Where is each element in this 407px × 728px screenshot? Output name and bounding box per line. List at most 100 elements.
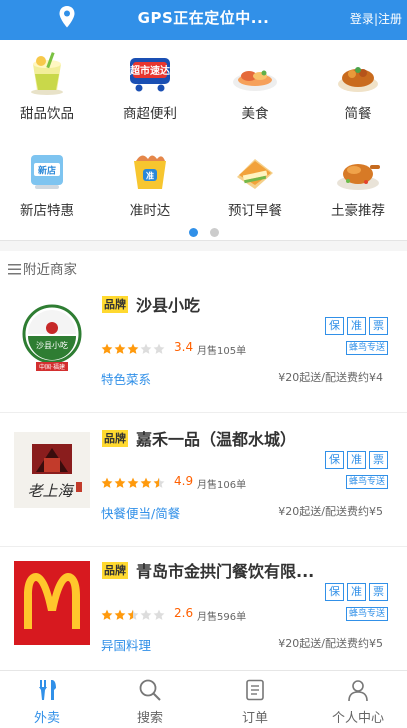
register-link[interactable]: 注册 — [378, 12, 402, 26]
delivery-fee: ¥20起送/配送费约¥5 — [278, 505, 383, 518]
rating-value: 2.6 — [174, 606, 194, 620]
order-list-icon — [246, 679, 264, 701]
laoshanghai-logo: 老上海 — [14, 432, 90, 508]
monthly-sales: 月售596单 — [197, 612, 247, 623]
delivery-badge: 蜂鸟专送 — [345, 607, 388, 621]
star-full-icon — [127, 343, 139, 354]
shop-name[interactable]: 嘉禾一品（温都水城） — [136, 426, 296, 450]
nearby-header: 附近商家 — [8, 258, 77, 278]
tab-label: 个人中心 — [331, 711, 384, 726]
simple-meal-icon — [338, 67, 378, 92]
fork-knife-icon — [39, 680, 56, 700]
shop-item[interactable]: 老上海 品牌 嘉禾一品（温都水城） 保准票 4.9 月售106单 蜂鸟专送 快餐… — [0, 413, 407, 547]
star-full-icon — [101, 343, 113, 354]
delivery-badge: 蜂鸟专送 — [345, 475, 388, 489]
header-title: GPS正在定位中... — [137, 9, 270, 27]
category-tuhao-recommend[interactable]: 土豪推荐 — [308, 149, 407, 219]
star-full-icon — [101, 609, 113, 620]
tag-guarantee: 保 — [325, 583, 344, 601]
laoshanghai-logo-image: 老上海 — [14, 432, 90, 508]
tag-on-time: 准 — [347, 583, 366, 601]
shaxian-logo-image: 沙县小吃 中国·福建 — [14, 298, 90, 374]
tag-invoice: 票 — [369, 583, 388, 601]
section-gap — [0, 241, 407, 251]
delivery-badge: 蜂鸟专送 — [345, 341, 388, 355]
new-store-badge-text: 新店 — [38, 165, 56, 177]
category-dessert-drink[interactable]: 甜品饮品 — [0, 52, 97, 122]
category-label: 甜品饮品 — [20, 106, 74, 122]
star-full-icon — [101, 477, 113, 488]
shop-item[interactable]: 品牌 青岛市金拱门餐饮有限... 保准票 2.6 月售596单 蜂鸟专送 异国料… — [0, 545, 407, 679]
shaxian-logo-subtext: 中国·福建 — [39, 363, 65, 371]
carousel-pager — [0, 222, 407, 241]
tab-label: 订单 — [241, 711, 268, 726]
category-supermarket[interactable]: 超市速达 商超便利 — [100, 52, 200, 122]
nearby-title: 附近商家 — [23, 262, 77, 278]
delivery-fee: ¥20起送/配送费约¥5 — [278, 637, 383, 650]
shop-category: 快餐便当/简餐 — [101, 506, 181, 521]
tab-profile[interactable]: 个人中心 — [308, 671, 407, 728]
star-rating — [101, 474, 166, 488]
mcdonalds-logo — [14, 561, 90, 645]
user-icon — [348, 680, 368, 702]
star-full-icon — [127, 477, 139, 488]
category-on-time[interactable]: 准 准时达 — [100, 149, 200, 219]
star-half-icon — [127, 609, 139, 620]
category-label: 新店特惠 — [20, 203, 74, 219]
star-half-icon — [153, 477, 165, 488]
bottom-tab-bar: 外卖 搜索 订单 个人中心 — [0, 670, 407, 727]
category-label: 土豪推荐 — [331, 203, 385, 219]
star-empty-icon — [153, 609, 165, 620]
category-grid: 甜品饮品 超市速达 商超便利 美食 简餐 新店 新店特惠 准 准时达 预订早餐 … — [0, 40, 407, 240]
on-time-icon: 准 — [134, 155, 166, 189]
shop-name[interactable]: 沙县小吃 — [136, 292, 200, 316]
rating-value: 3.4 — [174, 340, 194, 354]
category-label: 准时达 — [129, 203, 171, 219]
shop-name[interactable]: 青岛市金拱门餐饮有限... — [136, 558, 314, 582]
category-food[interactable]: 美食 — [205, 52, 305, 122]
star-full-icon — [114, 477, 126, 488]
tag-invoice: 票 — [369, 451, 388, 469]
star-empty-icon — [153, 343, 165, 354]
category-new-store[interactable]: 新店 新店特惠 — [0, 149, 97, 219]
shop-item[interactable]: 沙县小吃 中国·福建 品牌 沙县小吃 保准票 3.4 月售105单 蜂鸟专送 特… — [0, 279, 407, 413]
tab-search[interactable]: 搜索 — [100, 671, 200, 728]
login-link[interactable]: 登录 — [350, 12, 374, 26]
tab-orders[interactable]: 订单 — [205, 671, 305, 728]
star-rating — [101, 606, 166, 620]
brand-badge: 品牌 — [102, 296, 128, 313]
pager-dot-active[interactable] — [188, 228, 198, 237]
roast-chicken-icon — [337, 164, 380, 190]
breakfast-icon — [237, 159, 273, 189]
star-full-icon — [114, 343, 126, 354]
pager-dot[interactable] — [209, 228, 219, 237]
star-rating — [101, 340, 166, 354]
tab-label: 外卖 — [33, 711, 60, 726]
tab-takeout[interactable]: 外卖 — [0, 671, 97, 728]
menu-lines-icon — [8, 264, 21, 275]
star-full-icon — [140, 477, 152, 488]
category-simple-meal[interactable]: 简餐 — [308, 52, 407, 122]
tag-on-time: 准 — [347, 451, 366, 469]
on-time-badge-text: 准 — [146, 171, 154, 181]
supermarket-icon: 超市速达 — [129, 58, 170, 92]
rating-value: 4.9 — [174, 474, 194, 488]
mcdonalds-logo-image — [14, 561, 90, 645]
new-store-icon: 新店 — [31, 155, 63, 189]
shop-tags: 保准票 — [322, 314, 388, 335]
laoshanghai-logo-text: 老上海 — [27, 482, 74, 500]
supermarket-badge-text: 超市速达 — [129, 64, 170, 77]
category-label: 预订早餐 — [228, 203, 282, 219]
brand-badge: 品牌 — [102, 430, 128, 447]
shop-category: 异国料理 — [101, 638, 152, 653]
category-breakfast[interactable]: 预订早餐 — [205, 149, 305, 219]
food-plate-icon — [233, 70, 277, 91]
auth-links: 登录|注册 — [350, 10, 402, 27]
search-icon — [139, 679, 161, 701]
star-empty-icon — [140, 609, 152, 620]
shop-tags: 保准票 — [322, 580, 388, 601]
tag-guarantee: 保 — [325, 317, 344, 335]
dessert-drink-icon — [31, 52, 63, 95]
brand-badge: 品牌 — [102, 562, 128, 579]
category-label: 简餐 — [344, 106, 372, 122]
